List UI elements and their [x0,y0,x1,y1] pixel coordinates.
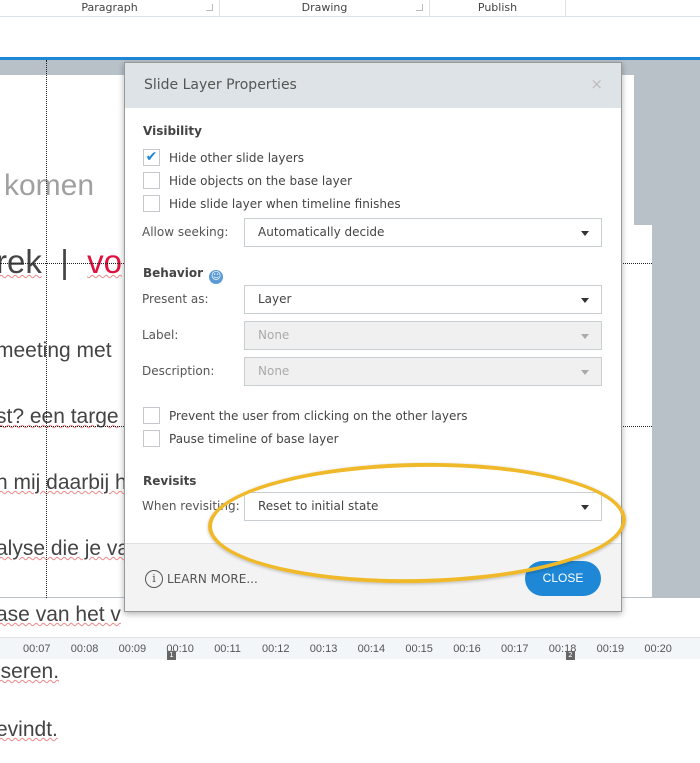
allow-seeking-select[interactable]: Automatically decide [244,218,602,247]
checkbox-checked-icon[interactable]: ✔ [143,149,160,166]
checkbox-hide-when-finishes[interactable]: Hide slide layer when timeline finishes [143,195,401,212]
close-button[interactable]: CLOSE [525,561,601,596]
paragraph-line: n mij daarbij h [0,471,127,494]
learn-more-text: LEARN MORE... [167,572,258,586]
dialog-footer: i LEARN MORE... CLOSE [125,543,621,611]
section-heading: Behavior [143,266,204,280]
paragraph-line: st? een targe [0,405,119,428]
dropdown-arrow-icon [581,505,589,510]
checkbox-label: Prevent the user from clicking on the ot… [169,408,468,423]
timeline-tick: 00:09 [118,643,147,655]
checkbox-icon[interactable] [143,172,160,189]
ribbon-group-publish: Publish [430,0,566,16]
allow-seeking-label: Allow seeking: [142,225,229,239]
ribbon-group-drawing: Drawing [220,0,430,16]
timeline-tick: 00:19 [596,643,625,655]
dropdown-arrow-icon [581,370,589,375]
when-revisiting-label: When revisiting: [142,499,240,513]
dialog-launcher-icon[interactable] [416,4,423,11]
checkbox-icon[interactable] [143,407,160,424]
timeline-ruler[interactable]: 00:07 00:08 00:09 00:10 00:11 00:12 00:13 00:14… [0,637,700,660]
timeline-tick: 00:11 [214,643,241,655]
paragraph-line: evindt. [0,718,58,741]
group-label: Publish [477,1,518,14]
checkbox-label: Hide slide layer when timeline finishes [169,196,401,211]
paragraph-line: ase van het v [0,603,121,626]
timeline-tick: 00:07 [23,643,51,655]
checkbox-label: Pause timeline of base layer [169,431,339,446]
checkbox-icon[interactable] [143,195,160,212]
ribbon-group-labels: Paragraph Drawing Publish [0,0,700,17]
timeline-tick: 00:08 [70,643,99,655]
learn-more-link[interactable]: i LEARN MORE... [145,570,258,588]
select-value: None [258,328,290,342]
title-separator: | [60,243,69,280]
dropdown-arrow-icon [581,231,589,236]
vertical-guide[interactable] [46,60,47,598]
checkbox-label: Hide other slide layers [169,150,305,165]
title-text-red: vo [87,243,122,280]
timeline-tick: 00:12 [262,643,290,655]
slide-paragraph: meeting met st? een targe n mij daarbij … [0,296,129,763]
dialog-header: Slide Layer Properties × [125,63,621,108]
title-text: rek [0,243,42,280]
dialog-title: Slide Layer Properties [144,77,297,93]
dialog-launcher-icon[interactable] [206,4,213,11]
slide-heading: komen [4,169,95,202]
checkbox-pause-base-timeline[interactable]: Pause timeline of base layer [143,430,339,447]
checkbox-icon[interactable] [143,430,160,447]
slide-layer-properties-dialog: Slide Layer Properties × Visibility ✔ Hid… [124,62,622,612]
timeline-tick: 00:15 [405,643,433,655]
checkbox-prevent-clicking[interactable]: Prevent the user from clicking on the ot… [143,407,468,424]
checkbox-label: Hide objects on the base layer [169,173,353,188]
description-label: Description: [142,364,215,378]
present-as-label: Present as: [142,292,209,306]
group-label: Paragraph [81,1,138,14]
paragraph-line: lseren. [0,660,60,683]
label-select: None [244,321,602,350]
timeline-tick: 00:20 [644,643,672,655]
checkbox-hide-other-layers[interactable]: ✔ Hide other slide layers [143,149,304,166]
timeline-tick: 00:16 [453,643,481,655]
checkbox-hide-base-objects[interactable]: Hide objects on the base layer [143,172,352,189]
slide-title-part: rek | vo [0,243,122,281]
group-label: Drawing [301,1,348,14]
timeline-tick: 00:14 [357,643,386,655]
dropdown-arrow-icon [581,334,589,339]
present-as-select[interactable]: Layer [244,285,602,314]
info-icon: i [145,570,163,588]
paragraph-line: alyse die je va [0,537,130,560]
dropdown-arrow-icon [581,298,589,303]
timeline-tick: 00:13 [309,643,338,655]
section-visibility: Visibility [143,124,202,138]
select-value: Layer [258,292,292,306]
select-value: Automatically decide [258,225,385,239]
when-revisiting-select[interactable]: Reset to initial state [244,492,602,521]
select-value: Reset to initial state [258,499,379,513]
ribbon-group-paragraph: Paragraph [0,0,220,16]
paragraph-line: meeting met [0,339,112,362]
select-value: None [258,364,290,378]
label-label: Label: [142,328,179,342]
accessibility-icon[interactable]: ☺ [209,270,224,284]
section-behavior: Behavior ☺ [143,266,224,284]
section-revisits: Revisits [143,474,197,488]
description-select: None [244,357,602,386]
timeline-tick: 00:17 [501,643,529,655]
close-icon[interactable]: × [590,75,603,93]
